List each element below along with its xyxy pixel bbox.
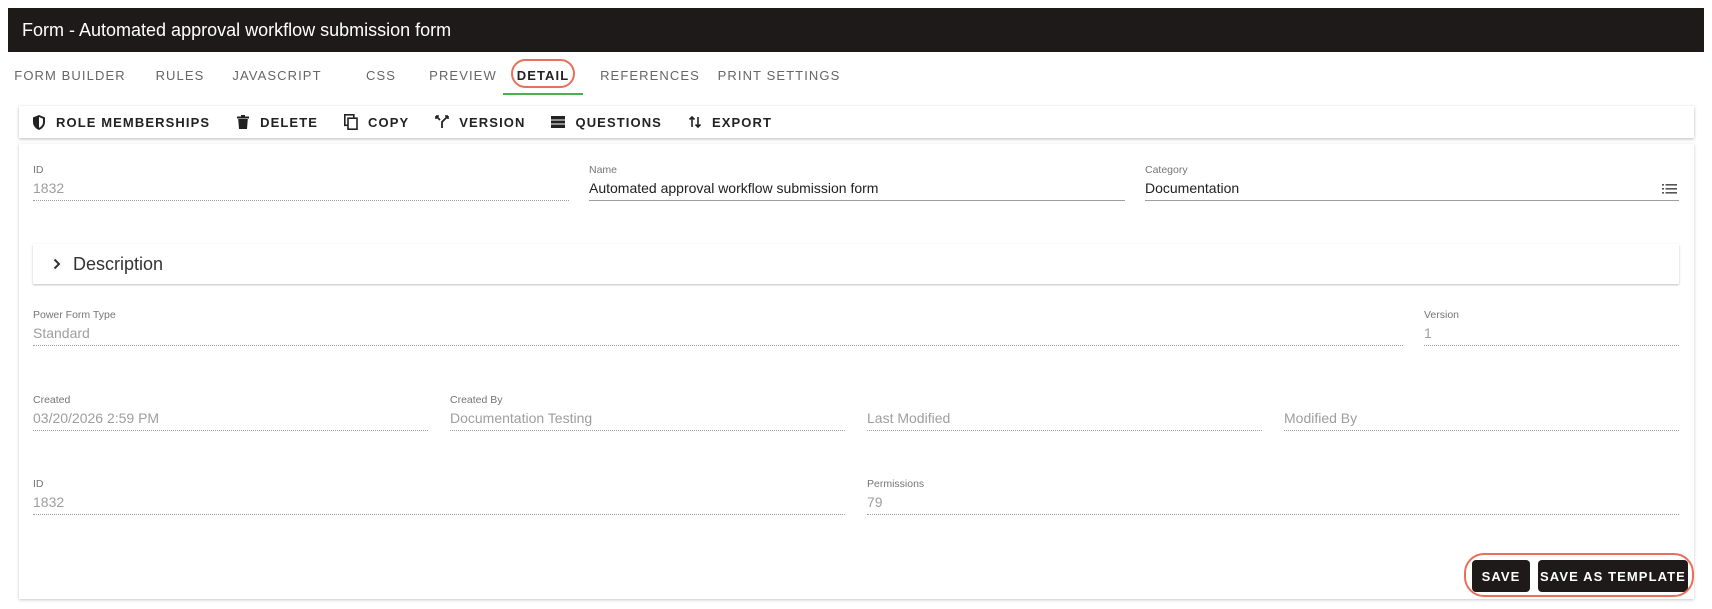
tab-javascript[interactable]: JAVASCRIPT bbox=[227, 55, 327, 95]
list-icon bbox=[550, 114, 566, 130]
role-memberships-label: ROLE MEMBERSHIPS bbox=[56, 114, 211, 130]
export-label: EXPORT bbox=[711, 114, 773, 130]
sort-arrows-icon bbox=[687, 114, 703, 130]
description-panel[interactable]: Description bbox=[33, 244, 1679, 284]
modified-by-label: Modified By bbox=[1284, 407, 1679, 431]
id-value: 1832 bbox=[33, 177, 569, 201]
created-value: 03/20/2026 2:59 PM bbox=[33, 407, 428, 431]
id-bottom-value: 1832 bbox=[33, 491, 845, 515]
created-by-label: Created By bbox=[450, 394, 503, 406]
shield-icon bbox=[31, 114, 47, 130]
window-title: Form - Automated approval workflow submi… bbox=[22, 19, 452, 40]
name-label: Name bbox=[589, 164, 618, 176]
tab-bar: FORM BUILDER RULES JAVASCRIPT CSS PREVIE… bbox=[8, 55, 1704, 95]
id-label: ID bbox=[33, 164, 44, 176]
name-input[interactable]: Automated approval workflow submission f… bbox=[589, 177, 1125, 201]
active-tab-indicator bbox=[503, 93, 583, 95]
tab-form-builder[interactable]: FORM BUILDER bbox=[13, 55, 127, 95]
last-modified-field: Last Modified bbox=[867, 394, 1262, 431]
last-modified-label: Last Modified bbox=[867, 407, 1262, 431]
created-by-field: Created By Documentation Testing bbox=[450, 394, 845, 431]
list-menu-icon[interactable] bbox=[1662, 182, 1677, 200]
branch-icon bbox=[434, 114, 450, 130]
window-title-bar: Form - Automated approval workflow submi… bbox=[8, 8, 1704, 52]
version-field: Version 1 bbox=[1424, 309, 1679, 346]
id-field: ID 1832 bbox=[33, 164, 569, 201]
version-value: 1 bbox=[1424, 322, 1679, 346]
delete-button[interactable]: DELETE bbox=[235, 106, 331, 138]
copy-button[interactable]: COPY bbox=[343, 106, 422, 138]
category-value: Documentation bbox=[1145, 180, 1240, 196]
save-button[interactable]: SAVE bbox=[1472, 560, 1530, 592]
questions-button[interactable]: QUESTIONS bbox=[550, 106, 674, 138]
permissions-field: Permissions 79 bbox=[867, 478, 1679, 515]
save-as-template-button[interactable]: SAVE AS TEMPLATE bbox=[1538, 560, 1688, 592]
permissions-value: 79 bbox=[867, 491, 1679, 515]
tab-detail[interactable]: DETAIL bbox=[503, 55, 583, 95]
tab-references[interactable]: REFERENCES bbox=[595, 55, 705, 95]
copy-label: COPY bbox=[368, 114, 410, 130]
power-form-type-field: Power Form Type Standard bbox=[33, 309, 1403, 346]
created-label: Created bbox=[33, 394, 71, 406]
tab-rules[interactable]: RULES bbox=[149, 55, 211, 95]
trash-icon bbox=[235, 114, 251, 130]
name-field[interactable]: Name Automated approval workflow submiss… bbox=[589, 164, 1125, 201]
modified-by-field: Modified By bbox=[1284, 394, 1679, 431]
created-by-value: Documentation Testing bbox=[450, 407, 845, 431]
created-field: Created 03/20/2026 2:59 PM bbox=[33, 394, 428, 431]
category-label: Category bbox=[1145, 164, 1188, 176]
action-toolbar: ROLE MEMBERSHIPS DELETE COPY VERSION QUE… bbox=[19, 106, 1694, 138]
permissions-label: Permissions bbox=[867, 478, 925, 490]
category-select[interactable]: Documentation bbox=[1145, 177, 1679, 201]
power-form-type-label: Power Form Type bbox=[33, 309, 116, 321]
tab-css[interactable]: CSS bbox=[358, 55, 404, 95]
version-field-label: Version bbox=[1424, 309, 1460, 321]
delete-label: DELETE bbox=[260, 114, 319, 130]
version-label: VERSION bbox=[459, 114, 526, 130]
chevron-right-icon bbox=[53, 258, 65, 270]
tab-print-settings[interactable]: PRINT SETTINGS bbox=[711, 55, 847, 95]
questions-label: QUESTIONS bbox=[575, 114, 662, 130]
description-label: Description bbox=[73, 253, 164, 274]
id-bottom-label: ID bbox=[33, 478, 44, 490]
version-button[interactable]: VERSION bbox=[434, 106, 538, 138]
copy-icon bbox=[343, 114, 359, 130]
detail-card: ID 1832 Name Automated approval workflow… bbox=[19, 144, 1694, 599]
category-field[interactable]: Category Documentation bbox=[1145, 164, 1679, 201]
role-memberships-button[interactable]: ROLE MEMBERSHIPS bbox=[31, 106, 223, 138]
export-button[interactable]: EXPORT bbox=[687, 106, 785, 138]
tab-detail-label: DETAIL bbox=[516, 67, 570, 83]
power-form-type-value: Standard bbox=[33, 322, 1403, 346]
id-field-bottom: ID 1832 bbox=[33, 478, 845, 515]
tab-preview[interactable]: PREVIEW bbox=[424, 55, 502, 95]
